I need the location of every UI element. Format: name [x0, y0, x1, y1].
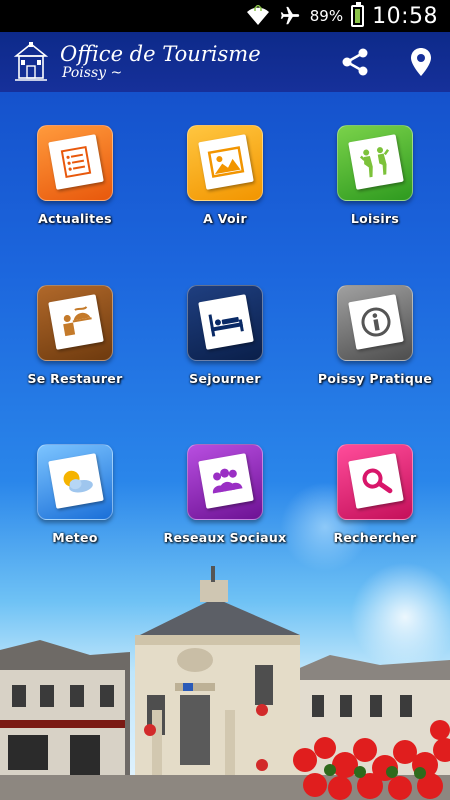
tile-box[interactable] [187, 285, 263, 361]
tile-reseaux-sociaux[interactable]: Reseaux Sociaux [150, 444, 300, 545]
tile-label: Loisirs [350, 211, 400, 226]
app-subtitle-text: Poissy ~ [62, 64, 123, 81]
tile-sejourner[interactable]: Sejourner [150, 285, 300, 386]
restaurant-icon [63, 306, 92, 337]
location-pin-icon[interactable] [410, 47, 432, 77]
tile-label: Sejourner [189, 371, 261, 386]
picture-icon [207, 146, 245, 178]
tile-box[interactable] [337, 125, 413, 201]
tile-box[interactable] [37, 125, 113, 201]
main-menu: Actualites A Voir Loisirs Se Restaurer S… [0, 92, 450, 800]
battery-percentage: 89% [309, 7, 344, 25]
tile-label: Rechercher [333, 530, 417, 545]
app-title-text: Office de Tourisme [60, 41, 261, 66]
tile-box[interactable] [337, 285, 413, 361]
tile-a-voir[interactable]: A Voir [150, 125, 300, 226]
leisure-people-icon [359, 147, 390, 178]
tile-box[interactable] [187, 444, 263, 520]
tile-box[interactable] [337, 444, 413, 520]
tile-label: Se Restaurer [27, 371, 123, 386]
tile-box[interactable] [187, 125, 263, 201]
wifi-icon [246, 5, 269, 25]
tile-label: Poissy Pratique [317, 371, 433, 386]
tile-loisirs[interactable]: Loisirs [300, 125, 450, 226]
battery-icon [351, 2, 365, 27]
airplane-icon [280, 6, 299, 25]
town-hall-logo-icon [14, 42, 48, 81]
social-network-icon [212, 468, 243, 494]
app-bar: Office de Tourisme Poissy ~ [0, 32, 450, 92]
tile-box[interactable] [37, 444, 113, 520]
tile-poissy-pratique[interactable]: Poissy Pratique [300, 285, 450, 386]
tile-se-restaurer[interactable]: Se Restaurer [0, 285, 150, 386]
tile-label: A Voir [203, 211, 247, 226]
search-icon [362, 468, 393, 494]
tile-label: Actualites [38, 211, 112, 226]
tile-actualites[interactable]: Actualites [0, 125, 150, 226]
weather-icon [63, 470, 93, 493]
tile-box[interactable] [37, 285, 113, 361]
town-hall-background-image [0, 566, 450, 800]
share-icon[interactable] [340, 47, 370, 77]
app-title: Office de Tourisme Poissy ~ [60, 41, 261, 81]
info-icon [361, 307, 391, 337]
clock: 10:58 [372, 3, 438, 29]
tile-rechercher[interactable]: Rechercher [300, 444, 450, 545]
bed-icon [208, 314, 244, 337]
news-icon [60, 145, 92, 179]
tile-meteo[interactable]: Meteo [0, 444, 150, 545]
tile-label: Meteo [52, 530, 98, 545]
tile-label: Reseaux Sociaux [163, 530, 287, 545]
status-bar: 89% 10:58 [0, 0, 450, 32]
